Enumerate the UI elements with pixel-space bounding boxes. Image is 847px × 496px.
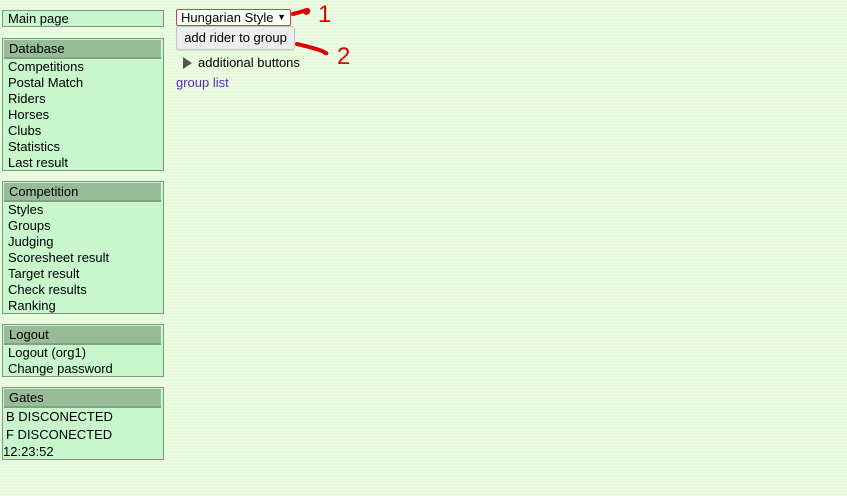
database-panel: Database Competitions Postal Match Rider…: [2, 38, 164, 171]
sidebar-item-logout[interactable]: Logout (org1): [3, 345, 163, 361]
sidebar-item-competitions[interactable]: Competitions: [3, 59, 163, 75]
sidebar-main-page-link[interactable]: Main page: [2, 10, 164, 27]
sidebar-item-target-result[interactable]: Target result: [3, 266, 163, 282]
sidebar-item-last-result[interactable]: Last result: [3, 155, 163, 171]
chevron-down-icon: ▼: [277, 12, 286, 22]
sidebar-item-riders[interactable]: Riders: [3, 91, 163, 107]
gate-f-status: F DISCONECTED: [6, 427, 113, 442]
sidebar-item-horses[interactable]: Horses: [3, 107, 163, 123]
additional-buttons-toggle[interactable]: additional buttons: [183, 55, 300, 71]
annotation-overlay: 1 2: [291, 1, 350, 70]
add-rider-to-group-button[interactable]: add rider to group: [176, 26, 295, 50]
logout-panel: Logout Logout (org1) Change password: [2, 324, 164, 377]
gates-panel: Gates B DISCONECTED F DISCONECTED 12:23:…: [2, 387, 164, 460]
style-select[interactable]: Hungarian Style ▼: [176, 9, 291, 26]
gate-b-status: B DISCONECTED: [6, 409, 113, 424]
style-select-value: Hungarian Style: [181, 10, 274, 25]
database-panel-title: Database: [4, 40, 161, 59]
annotation-stroke-2: [295, 42, 329, 56]
sidebar-item-clubs[interactable]: Clubs: [3, 123, 163, 139]
gates-clock: 12:23:52: [3, 444, 54, 459]
annotation-stroke-1: [291, 7, 311, 16]
competition-panel-title: Competition: [4, 183, 161, 202]
triangle-right-icon: [183, 57, 192, 69]
additional-buttons-label: additional buttons: [198, 55, 300, 70]
sidebar-item-ranking[interactable]: Ranking: [3, 298, 163, 314]
sidebar-item-statistics[interactable]: Statistics: [3, 139, 163, 155]
sidebar-item-postal-match[interactable]: Postal Match: [3, 75, 163, 91]
logout-panel-title: Logout: [4, 326, 161, 345]
sidebar-item-styles[interactable]: Styles: [3, 202, 163, 218]
sidebar-item-change-password[interactable]: Change password: [3, 361, 163, 377]
gates-panel-title: Gates: [4, 389, 161, 408]
sidebar-item-scoresheet-result[interactable]: Scoresheet result: [3, 250, 163, 266]
sidebar-item-check-results[interactable]: Check results: [3, 282, 163, 298]
competition-panel: Competition Styles Groups Judging Scores…: [2, 181, 164, 314]
group-list-link[interactable]: group list: [176, 75, 229, 91]
sidebar-item-judging[interactable]: Judging: [3, 234, 163, 250]
sidebar-item-groups[interactable]: Groups: [3, 218, 163, 234]
annotation-label-1: 1: [318, 1, 331, 28]
annotation-label-2: 2: [337, 43, 350, 70]
